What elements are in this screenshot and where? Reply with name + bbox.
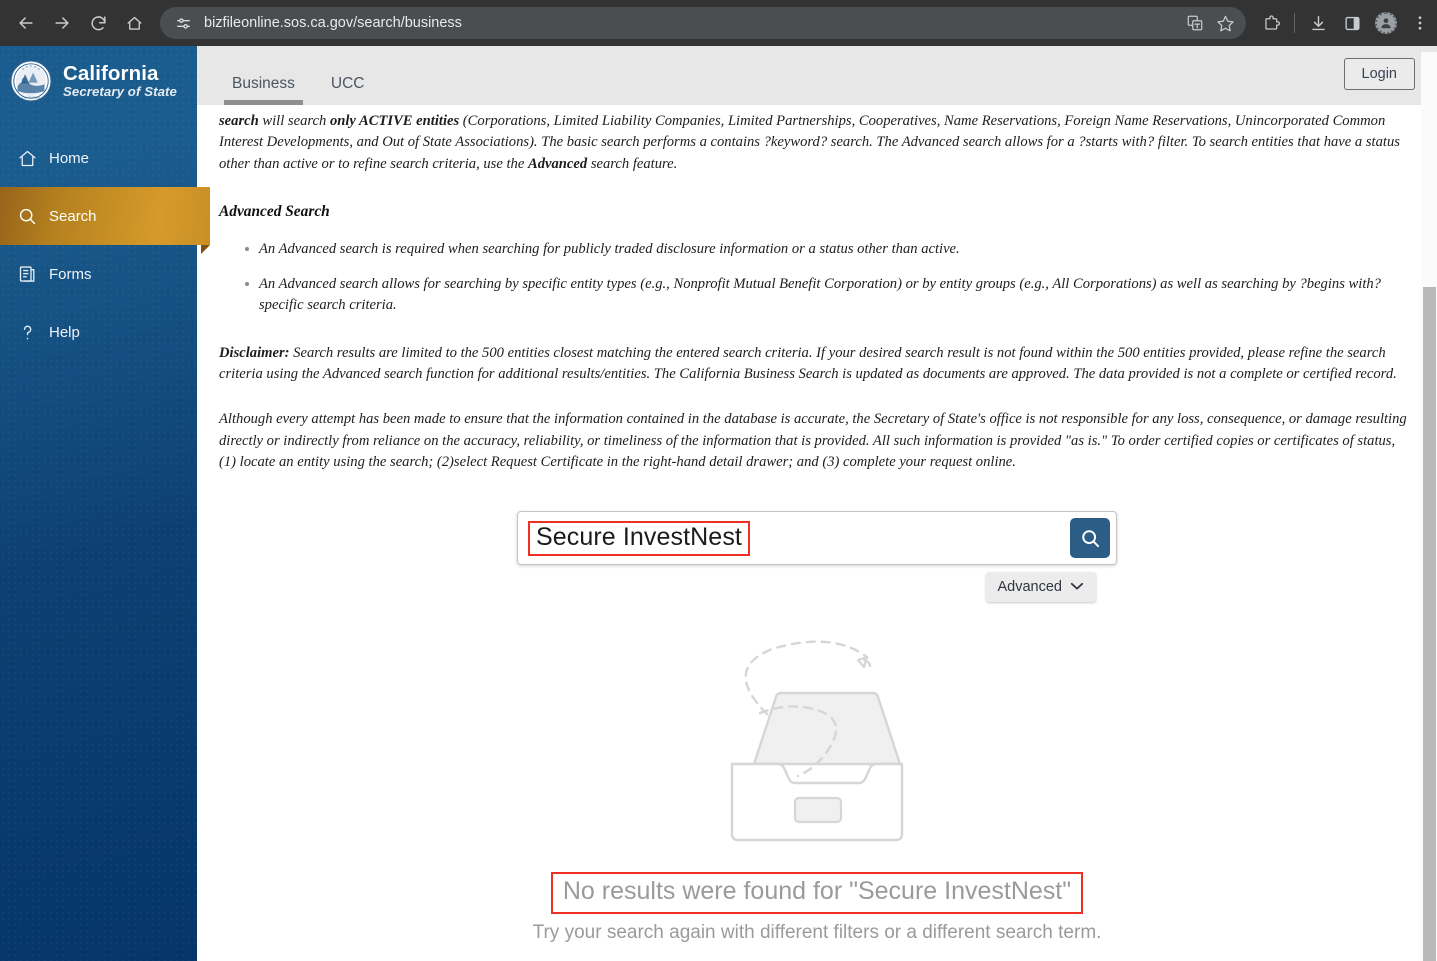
search-icon [1081, 530, 1099, 547]
browser-toolbar: bizfileonline.sos.ca.gov/search/business [0, 0, 1437, 46]
intro-paragraph: search will search only ACTIVE entities … [219, 111, 1415, 175]
tab-business[interactable]: Business [214, 75, 313, 105]
no-results-subtitle: Try your search again with different fil… [532, 922, 1102, 944]
forward-icon[interactable] [44, 5, 80, 41]
tab-bar: Business UCC Login [197, 46, 1437, 105]
no-results-highlight: No results were found for "Secure Invest… [550, 872, 1084, 915]
advanced-toggle-label: Advanced [997, 579, 1063, 596]
scrollbar-track-top [1421, 46, 1437, 52]
toolbar-divider [1294, 13, 1295, 33]
list-item: An Advanced search is required when sear… [219, 239, 1415, 260]
brand-subtitle: Secretary of State [63, 83, 177, 99]
sidebar-item-label: Search [49, 207, 97, 225]
svg-text:CALIFORNIA: CALIFORNIA [22, 96, 41, 100]
home-icon[interactable] [116, 5, 152, 41]
sidebar-item-home[interactable]: Home [0, 129, 197, 187]
site-settings-icon[interactable] [170, 10, 196, 36]
login-button[interactable]: Login [1343, 58, 1415, 90]
legal-paragraph: Although every attempt has been made to … [219, 411, 1407, 470]
disclaimer-text: Search results are limited to the 500 en… [219, 344, 1397, 383]
disclaimer-paragraph: Disclaimer: Search results are limited t… [219, 343, 1415, 386]
disclaimer-label: Disclaimer: [219, 344, 290, 361]
brand-title: California [63, 61, 159, 85]
search-icon [14, 203, 40, 229]
main-content: Business UCC Login search will search on… [197, 46, 1437, 961]
advanced-toggle-button[interactable]: Advanced [985, 572, 1096, 603]
list-item: An Advanced search allows for searching … [219, 274, 1415, 317]
extensions-icon[interactable] [1254, 6, 1288, 40]
search-input[interactable]: Secure InvestNest [536, 523, 742, 551]
help-text-block: search will search only ACTIVE entities … [197, 105, 1437, 473]
browser-action-icons [1254, 6, 1437, 40]
translate-icon[interactable] [1180, 8, 1210, 38]
sidebar-item-forms[interactable]: Forms [0, 245, 197, 303]
sidebar-item-label: Home [49, 149, 90, 167]
empty-results-state: No results were found for "Secure Invest… [197, 629, 1437, 944]
profile-avatar[interactable] [1369, 6, 1403, 40]
address-bar[interactable]: bizfileonline.sos.ca.gov/search/business [160, 7, 1246, 39]
intro-bold-active: only ACTIVE entities [329, 113, 460, 129]
back-icon[interactable] [8, 5, 44, 41]
browser-menu-icon[interactable] [1403, 6, 1437, 40]
sidebar: CALIFORNIA California Secretary of State… [0, 46, 210, 961]
chevron-down-icon [1070, 579, 1084, 595]
page-viewport: CALIFORNIA California Secretary of State… [0, 46, 1437, 961]
scrollbar-thumb[interactable] [1423, 287, 1436, 961]
search-input-highlight: Secure InvestNest [528, 520, 750, 556]
help-icon [14, 319, 40, 345]
bookmark-star-icon[interactable] [1210, 8, 1240, 38]
reload-icon[interactable] [80, 5, 116, 41]
tab-ucc[interactable]: UCC [313, 75, 383, 105]
intro-lead: search [219, 113, 259, 129]
avatar [1375, 12, 1397, 34]
intro-bold-advanced: Advanced [527, 155, 588, 172]
advanced-search-heading: Advanced Search [219, 202, 330, 220]
downloads-icon[interactable] [1301, 6, 1335, 40]
page-scrollbar[interactable] [1421, 46, 1437, 961]
advanced-search-bullets: An Advanced search is required when sear… [219, 239, 1415, 317]
search-bar[interactable]: Secure InvestNest [517, 511, 1117, 566]
search-submit-button[interactable] [1070, 518, 1110, 559]
sidebar-item-label: Help [49, 323, 80, 341]
brand-block: CALIFORNIA California Secretary of State [0, 46, 197, 114]
forms-icon [14, 261, 40, 287]
search-area: Secure InvestNest Advanced [517, 511, 1117, 603]
sidebar-item-label: Forms [49, 265, 92, 283]
sidebar-item-search[interactable]: Search [0, 187, 210, 254]
home-icon [14, 145, 40, 171]
intro-mid: will search [258, 113, 330, 129]
side-panel-icon[interactable] [1335, 6, 1369, 40]
no-results-title: No results were found for "Secure Invest… [562, 877, 1072, 906]
intro-tail: search feature. [587, 155, 678, 172]
empty-inbox-illustration-icon [730, 640, 904, 842]
sidebar-nav: Home Search Forms Help [0, 129, 210, 361]
sidebar-item-help[interactable]: Help [0, 303, 197, 361]
california-state-seal-icon: CALIFORNIA [10, 60, 52, 102]
address-bar-url: bizfileonline.sos.ca.gov/search/business [204, 15, 462, 31]
